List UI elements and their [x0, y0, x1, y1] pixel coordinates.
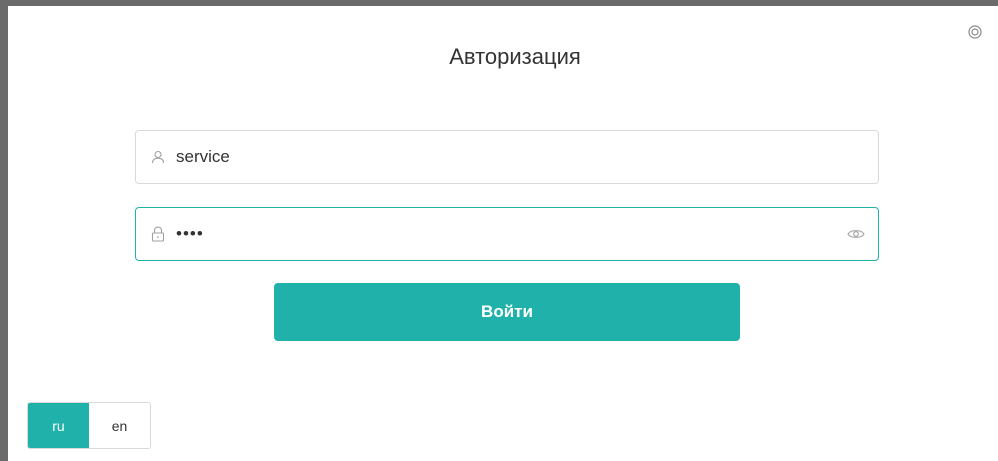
username-input[interactable]	[176, 131, 878, 183]
eye-icon[interactable]	[846, 226, 866, 242]
login-button[interactable]: Войти	[274, 283, 740, 341]
password-input[interactable]	[176, 208, 846, 260]
page-title: Авторизация	[449, 44, 581, 69]
user-icon	[150, 149, 166, 165]
language-switch: ru en	[27, 402, 151, 449]
lang-ru-button[interactable]: ru	[28, 403, 89, 448]
password-field[interactable]	[135, 207, 879, 261]
lock-icon	[150, 226, 166, 242]
lang-en-button[interactable]: en	[89, 403, 150, 448]
login-window: Авторизация service Войти ru en	[0, 0, 998, 461]
username-field[interactable]	[135, 130, 879, 184]
help-icon[interactable]	[968, 25, 982, 39]
